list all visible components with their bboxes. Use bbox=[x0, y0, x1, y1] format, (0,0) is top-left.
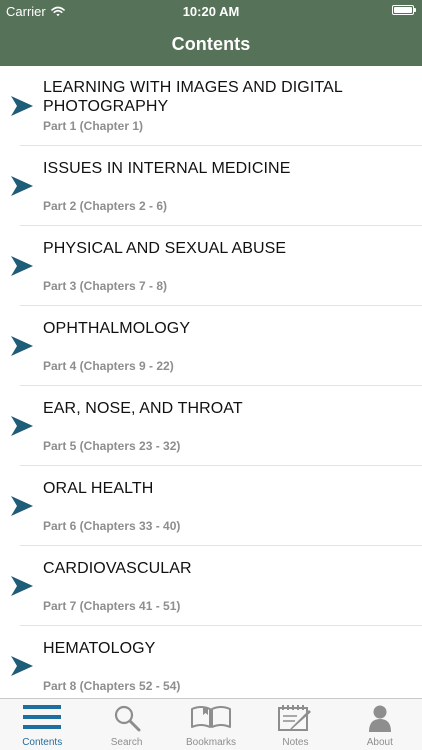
contents-list: LEARNING WITH IMAGES AND DIGITAL PHOTOGR… bbox=[0, 66, 422, 698]
chevron-right-icon bbox=[11, 416, 33, 436]
list-item-title: EAR, NOSE, AND THROAT bbox=[43, 400, 243, 417]
list-icon bbox=[23, 705, 62, 729]
status-bar: Carrier 10:20 AM bbox=[0, 0, 422, 22]
list-item[interactable]: PHYSICAL AND SEXUAL ABUSE Part 3 (Chapte… bbox=[0, 226, 422, 306]
search-icon bbox=[114, 705, 141, 732]
list-item[interactable]: CARDIOVASCULAR Part 7 (Chapters 41 - 51) bbox=[0, 546, 422, 626]
list-item-subtitle: Part 6 (Chapters 33 - 40) bbox=[43, 519, 181, 533]
list-item-subtitle: Part 3 (Chapters 7 - 8) bbox=[43, 279, 168, 293]
list-item[interactable]: HEMATOLOGY Part 8 (Chapters 52 - 54) bbox=[0, 626, 422, 698]
tab-label: Bookmarks bbox=[186, 737, 237, 748]
tab-label: Search bbox=[110, 737, 143, 748]
tab-notes[interactable]: Notes bbox=[253, 699, 337, 750]
tab-label: About bbox=[366, 737, 393, 748]
chevron-right-icon bbox=[11, 176, 33, 196]
list-item-title: LEARNING WITH IMAGES AND DIGITAL PHOTOGR… bbox=[43, 79, 343, 115]
list-item-subtitle: Part 4 (Chapters 9 - 22) bbox=[43, 359, 174, 373]
list-item-title: OPHTHALMOLOGY bbox=[43, 320, 191, 337]
list-item-title: CARDIOVASCULAR bbox=[43, 560, 192, 577]
page-title: Contents bbox=[171, 33, 251, 54]
list-item[interactable]: ORAL HEALTH Part 6 (Chapters 33 - 40) bbox=[0, 466, 422, 546]
navigation-bar: Contents bbox=[0, 22, 422, 66]
tab-label: Notes bbox=[282, 737, 309, 748]
tab-contents[interactable]: Contents bbox=[0, 699, 84, 750]
list-item-subtitle: Part 8 (Chapters 52 - 54) bbox=[43, 679, 181, 693]
tab-label: Contents bbox=[22, 737, 63, 748]
tab-bookmarks[interactable]: Bookmarks bbox=[169, 699, 253, 750]
list-item-subtitle: Part 7 (Chapters 41 - 51) bbox=[43, 599, 181, 613]
chevron-right-icon bbox=[11, 656, 33, 676]
tab-about[interactable]: About bbox=[338, 699, 422, 750]
list-item-title: HEMATOLOGY bbox=[43, 640, 156, 657]
list-item-subtitle: Part 1 (Chapter 1) bbox=[43, 119, 144, 133]
list-item[interactable]: ISSUES IN INTERNAL MEDICINE Part 2 (Chap… bbox=[0, 146, 422, 226]
list-item[interactable]: LEARNING WITH IMAGES AND DIGITAL PHOTOGR… bbox=[0, 66, 422, 146]
status-time: 10:20 AM bbox=[182, 4, 240, 19]
battery-icon bbox=[392, 5, 416, 15]
list-item-title: ISSUES IN INTERNAL MEDICINE bbox=[43, 160, 291, 177]
tab-bar: Contents Search Bookmarks Notes About bbox=[0, 698, 422, 750]
tab-search[interactable]: Search bbox=[84, 699, 168, 750]
list-item-title: ORAL HEALTH bbox=[43, 480, 154, 497]
chevron-right-icon bbox=[11, 496, 33, 516]
chevron-right-icon bbox=[11, 576, 33, 596]
list-item[interactable]: OPHTHALMOLOGY Part 4 (Chapters 9 - 22) bbox=[0, 306, 422, 386]
list-item-title: PHYSICAL AND SEXUAL ABUSE bbox=[43, 240, 287, 257]
list-item[interactable]: EAR, NOSE, AND THROAT Part 5 (Chapters 2… bbox=[0, 386, 422, 466]
book-icon bbox=[191, 706, 232, 728]
chevron-right-icon bbox=[11, 256, 33, 276]
chevron-right-icon bbox=[11, 336, 33, 356]
notes-icon bbox=[278, 705, 312, 731]
list-item-subtitle: Part 2 (Chapters 2 - 6) bbox=[43, 199, 168, 213]
list-item-subtitle: Part 5 (Chapters 23 - 32) bbox=[43, 439, 181, 453]
person-icon bbox=[368, 705, 391, 732]
chevron-right-icon bbox=[11, 96, 33, 116]
